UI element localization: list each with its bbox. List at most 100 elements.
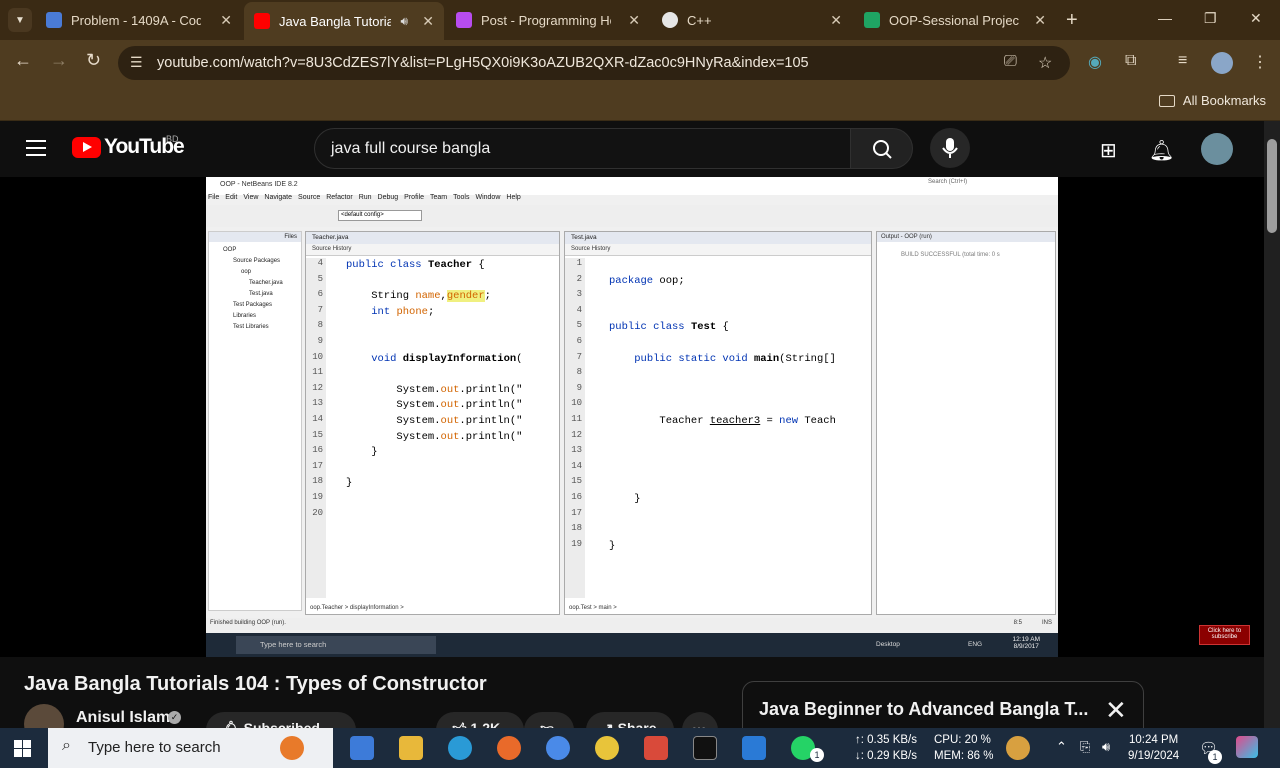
all-bookmarks[interactable]: All Bookmarks <box>1158 93 1266 108</box>
browser-tab[interactable]: Problem - 1409A - Codef ✕ <box>36 4 242 36</box>
line-number: 10 <box>571 398 582 409</box>
inner-clock: 12:19 AM 8/9/2017 <box>1012 636 1040 650</box>
close-tab-icon[interactable]: ✕ <box>220 12 232 29</box>
create-video-icon[interactable]: ⊞ <box>1100 138 1117 163</box>
tab-search-button[interactable]: ▼ <box>8 8 32 32</box>
browser-tab[interactable]: Post - Programming Hero ✕ <box>446 4 650 36</box>
chrome-icon[interactable] <box>595 736 619 760</box>
back-icon[interactable]: ← <box>14 50 32 71</box>
subscribe-watermark[interactable]: Click here to subscribe <box>1199 625 1250 645</box>
line-number: 1 <box>576 258 582 268</box>
mascot-icon[interactable] <box>280 736 304 760</box>
line-number: 11 <box>571 413 582 424</box>
breadcrumb: oop.Teacher > displayInformation > <box>310 605 404 611</box>
search-icon <box>873 140 892 159</box>
line-number: 19 <box>312 491 323 502</box>
line-number: 15 <box>312 429 323 440</box>
media-control-icon[interactable]: ≡ <box>1178 52 1187 70</box>
close-tab-icon[interactable]: ✕ <box>422 13 434 30</box>
network-icon[interactable]: ⎘ <box>1080 739 1090 755</box>
video-player[interactable]: OOP - NetBeans IDE 8.2 Search (Ctrl+I) F… <box>0 177 1264 657</box>
hamburger-menu-icon[interactable] <box>26 140 46 161</box>
line-number: 18 <box>312 476 323 487</box>
network-speed: ↑: 0.35 KB/s ↓: 0.29 KB/s <box>855 734 918 762</box>
colorful-app-icon[interactable] <box>1236 736 1258 758</box>
vscode-icon[interactable] <box>742 736 766 760</box>
line-number: 16 <box>312 445 323 456</box>
line-number: 10 <box>312 351 323 362</box>
bookmarks-bar: All Bookmarks <box>0 86 1280 121</box>
playlist-title[interactable]: Java Beginner to Advanced Bangla T... <box>759 699 1088 720</box>
line-number: 9 <box>576 382 582 393</box>
ide-search: Search (Ctrl+I) <box>928 179 968 185</box>
bookmark-star-icon[interactable]: ☆ <box>1038 53 1052 73</box>
new-tab-button[interactable]: + <box>1066 9 1078 32</box>
line-number: 4 <box>317 258 323 268</box>
page-scrollbar[interactable] <box>1264 121 1280 728</box>
minimize-icon[interactable]: — <box>1158 10 1172 26</box>
search-icon: ⌕ <box>62 737 71 754</box>
windows-start-icon[interactable] <box>14 740 31 757</box>
line-number: 7 <box>576 351 582 362</box>
app-icon[interactable] <box>644 736 668 760</box>
menu-kebab-icon[interactable]: ⋮ <box>1252 52 1268 72</box>
profile-avatar[interactable] <box>1211 52 1233 74</box>
browser-tab[interactable]: OOP-Sessional Project Li ✕ <box>854 4 1056 36</box>
windows-taskbar: ⌕ Type here to search 1 ↑: 0.35 KB/s ↓: … <box>0 728 1280 768</box>
address-bar[interactable]: ☰ youtube.com/watch?v=8U3CdZES7lY&list=P… <box>118 46 1070 80</box>
chrome-blue-icon[interactable] <box>546 736 570 760</box>
close-tab-icon[interactable]: ✕ <box>830 12 842 29</box>
code-teacher: public class Teacher { String name,gende… <box>346 259 523 490</box>
youtube-header: YouTube BD java full course bangla ⊞ 🔔︎ <box>0 121 1264 177</box>
line-number: 17 <box>312 460 323 471</box>
firefox-icon[interactable] <box>497 736 521 760</box>
editor-subbar: Source History <box>565 244 871 256</box>
forward-icon[interactable]: → <box>50 50 68 71</box>
audio-playing-icon[interactable]: 🔊︎ <box>400 14 408 29</box>
browser-tab[interactable]: C++ ✕ <box>652 4 852 36</box>
line-number: 5 <box>576 320 582 331</box>
close-tab-icon[interactable]: ✕ <box>628 12 640 29</box>
search-input[interactable]: java full course bangla <box>314 128 851 169</box>
video-title: Java Bangla Tutorials 104 : Types of Con… <box>24 673 487 695</box>
video-frame[interactable]: OOP - NetBeans IDE 8.2 Search (Ctrl+I) F… <box>206 177 1058 657</box>
reload-icon[interactable]: ↻ <box>86 50 101 71</box>
site-info-icon[interactable]: ☰ <box>130 54 143 71</box>
system-clock[interactable]: 10:24 PM 9/19/2024 <box>1128 732 1179 764</box>
extension-icon[interactable]: ◉ <box>1088 52 1102 72</box>
voice-search-button[interactable] <box>930 128 970 168</box>
extensions-puzzle-icon[interactable]: ⧉ <box>1125 52 1136 70</box>
line-number: 18 <box>571 523 582 534</box>
line-gutter: 4 5 6 7 8 9 10 11 12 13 14 15 16 17 18 19 20 <box>306 258 326 598</box>
editor-subbar: Source History <box>306 244 559 256</box>
line-number: 19 <box>571 538 582 549</box>
volume-icon[interactable]: 🔊︎ <box>1102 739 1110 755</box>
search-button[interactable] <box>850 128 913 169</box>
ide-output-panel: Output - OOP (run) BUILD SUCCESSFUL (tot… <box>876 231 1056 615</box>
sheets-icon <box>864 12 880 28</box>
restore-icon[interactable]: ❐ <box>1204 10 1217 27</box>
tray-chevron-icon[interactable]: ⌃ <box>1056 739 1067 755</box>
account-avatar[interactable] <box>1201 133 1233 165</box>
line-number: 15 <box>571 476 582 487</box>
line-number: 16 <box>571 491 582 502</box>
close-tab-icon[interactable]: ✕ <box>1034 12 1046 29</box>
url-text[interactable]: youtube.com/watch?v=8U3CdZES7lY&list=PLg… <box>157 55 809 71</box>
install-app-icon[interactable]: ⎚ <box>1004 53 1017 71</box>
edge-icon[interactable] <box>448 736 472 760</box>
line-number: 11 <box>312 367 323 378</box>
terminal-icon[interactable] <box>693 736 717 760</box>
tray-app-icon[interactable] <box>1006 736 1030 760</box>
channel-name[interactable]: Anisul Islam <box>76 709 170 727</box>
store-icon[interactable] <box>350 736 374 760</box>
youtube-logo-icon[interactable] <box>72 137 101 158</box>
folder-icon <box>1158 94 1175 107</box>
scrollbar-thumb[interactable] <box>1267 139 1277 233</box>
browser-tab-active[interactable]: Java Bangla Tutorials 🔊︎ ✕ <box>244 2 444 40</box>
close-playlist-icon[interactable]: ✕ <box>1105 697 1127 723</box>
line-number: 12 <box>571 429 582 440</box>
close-window-icon[interactable]: ✕ <box>1250 10 1262 27</box>
file-explorer-icon[interactable] <box>399 736 423 760</box>
notifications-bell-icon[interactable]: 🔔︎ <box>1149 138 1174 163</box>
ide-menubar: File Edit View Navigate Source Refactor … <box>208 194 521 201</box>
